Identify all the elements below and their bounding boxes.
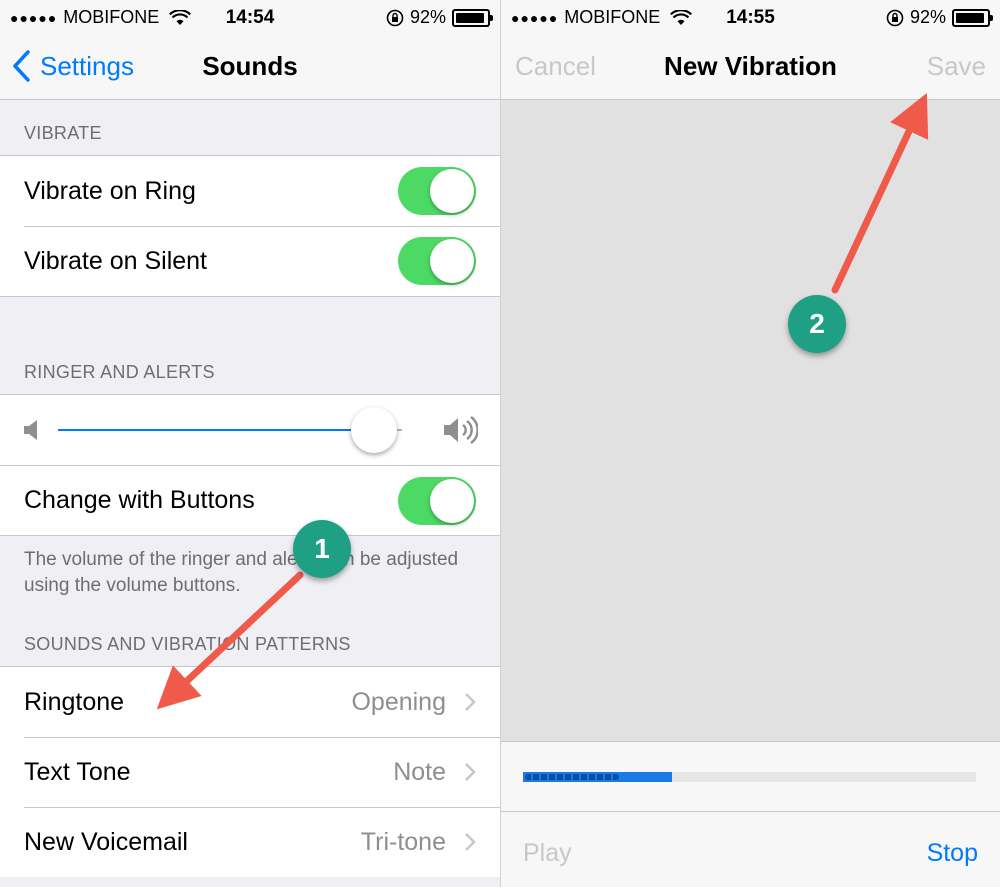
new-vibration-screen: ●●●●● MOBIFONE 14:55 92% Cancel New Vibr… [500,0,1000,887]
battery-icon [452,8,493,27]
patterns-group: Ringtone Opening Text Tone Note New Voic… [0,666,500,877]
vibrate-on-ring-row: Vibrate on Ring [0,156,500,226]
vibrate-on-silent-row: Vibrate on Silent [0,226,500,296]
text-tone-row[interactable]: Text Tone Note [0,737,500,807]
navigation-bar: Cancel New Vibration Save [501,34,1000,100]
change-with-buttons-toggle[interactable] [398,477,476,525]
volume-slider-row [0,395,500,465]
page-title: New Vibration [664,51,837,81]
page-title: Sounds [202,51,298,81]
section-header-patterns: SOUNDS AND VIBRATION PATTERNS [24,634,351,654]
vibrate-on-silent-toggle[interactable] [398,237,476,285]
playback-toolbar: Play Stop [501,811,1000,887]
volume-fill [58,429,375,431]
toggle-knob [430,479,474,523]
vibrate-group: Vibrate on Ring Vibrate on Silent [0,155,500,297]
row-label: New Voicemail [24,827,188,856]
battery-icon [952,8,993,27]
row-label: Change with Buttons [24,486,255,514]
vibration-progress-panel [501,741,1000,811]
section-header-vibrate: VIBRATE [24,123,102,143]
step-badge-1: 1 [293,520,351,578]
change-with-buttons-row: Change with Buttons [0,465,500,535]
chevron-right-icon [465,833,476,851]
save-button[interactable]: Save [927,51,986,82]
speaker-low-icon [24,420,37,440]
section-header-ringer: RINGER AND ALERTS [24,362,215,382]
speaker-high-icon [444,416,478,444]
volume-slider-thumb[interactable] [351,407,398,453]
vibration-tap-area[interactable] [501,100,1000,741]
step-badge-2: 2 [788,295,846,353]
play-button[interactable]: Play [523,839,572,868]
sounds-settings-screen: ●●●●● MOBIFONE 14:54 92% Settings Sounds… [0,0,500,887]
row-label: Vibrate on Silent [24,246,207,275]
row-label: Text Tone [24,757,131,786]
row-value: Note [393,757,446,786]
status-bar: ●●●●● MOBIFONE 14:55 92% [501,0,1000,34]
ringer-footer-text: The volume of the ringer and alerts can … [24,549,459,596]
new-voicemail-row[interactable]: New Voicemail Tri-tone [0,807,500,877]
row-value: Tri-tone [360,827,446,856]
rotation-lock-icon [386,9,404,26]
chevron-right-icon [465,763,476,781]
rotation-lock-icon [886,9,904,26]
chevron-right-icon [465,693,476,711]
volume-slider[interactable] [58,429,402,431]
navigation-bar: Settings Sounds [0,34,500,100]
ringtone-row[interactable]: Ringtone Opening [0,667,500,737]
battery-percent: 92% [909,7,946,27]
vibration-pattern-marks [525,774,619,780]
status-bar: ●●●●● MOBIFONE 14:54 92% [0,0,500,34]
ringer-group: Change with Buttons [0,394,500,536]
toggle-knob [430,169,474,213]
stop-button[interactable]: Stop [927,839,978,868]
toggle-knob [430,239,474,283]
battery-percent: 92% [409,7,446,27]
vibration-progress-bar [523,772,976,782]
row-label: Vibrate on Ring [24,176,196,205]
row-label: Ringtone [24,687,125,716]
vibrate-on-ring-toggle[interactable] [398,167,476,215]
row-value: Opening [351,687,446,716]
